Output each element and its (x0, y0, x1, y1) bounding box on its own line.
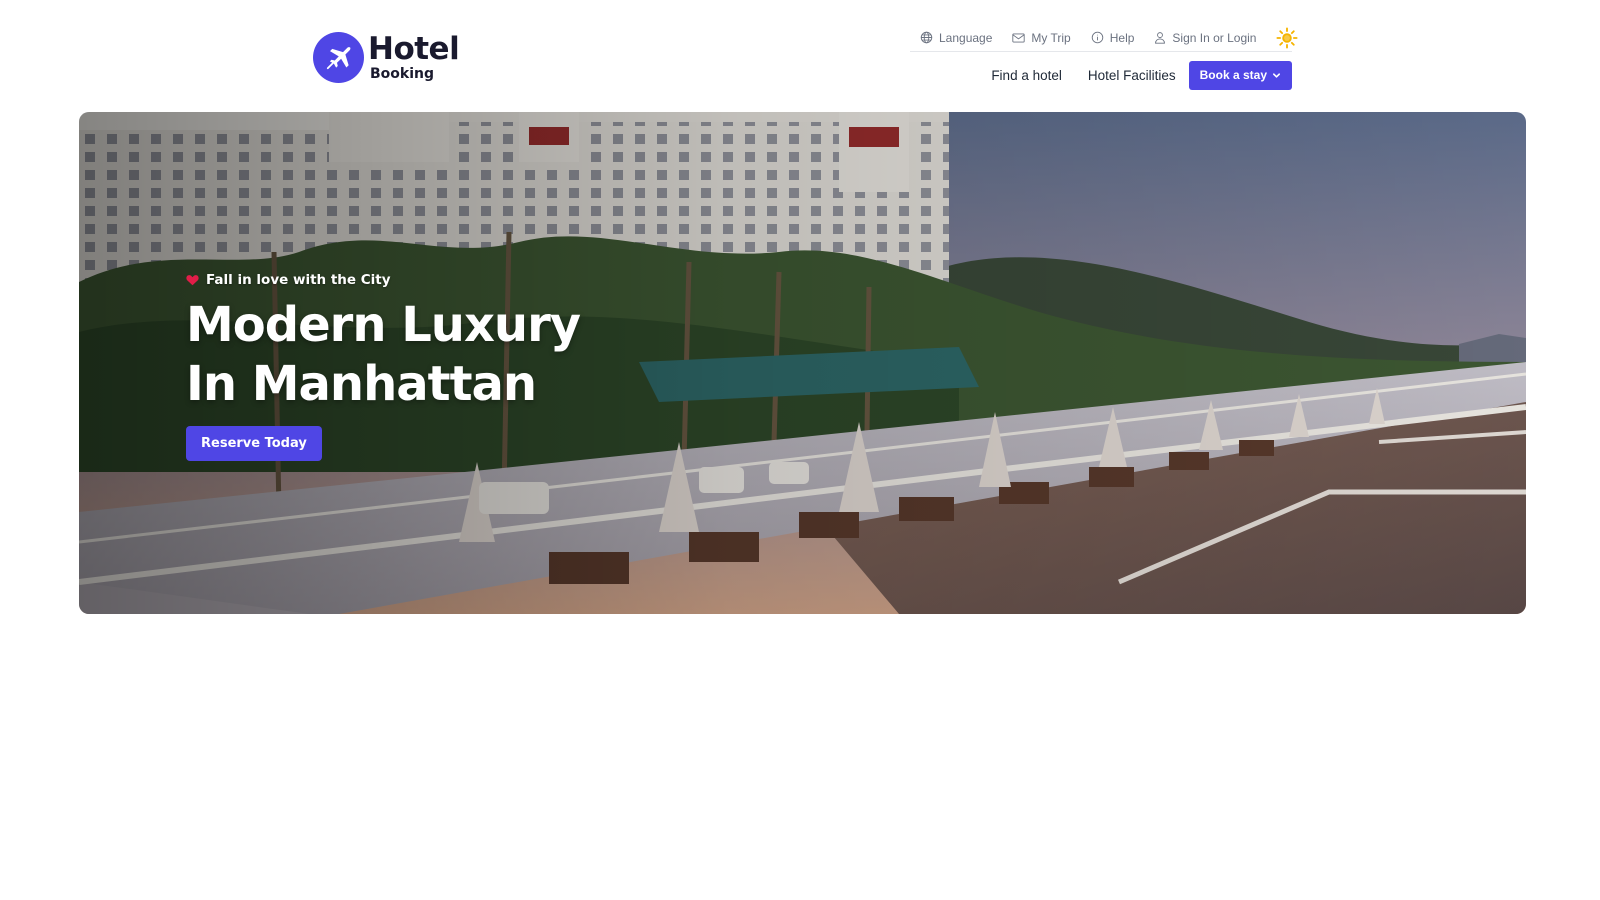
reserve-today-button[interactable]: Reserve Today (186, 426, 322, 461)
airplane-icon (313, 31, 364, 83)
hero-headline-line2: In Manhattan (186, 356, 537, 412)
brand-logo[interactable]: Hotel Booking (313, 30, 463, 84)
hero-tagline-text: Fall in love with the City (206, 272, 391, 288)
theme-toggle[interactable] (1276, 26, 1299, 49)
hero-banner: Fall in love with the City Modern Luxury… (79, 112, 1526, 614)
chevron-down-icon (1272, 72, 1281, 78)
my-trip-label: My Trip (1031, 30, 1071, 45)
hero-tagline: Fall in love with the City (186, 272, 580, 288)
brand-name: Hotel (368, 30, 460, 67)
book-a-stay-label: Book a stay (1199, 68, 1267, 82)
hero-headline-line1: Modern Luxury (186, 297, 581, 353)
envelope-icon (1012, 32, 1026, 43)
sign-in-link[interactable]: Sign In or Login (1154, 31, 1256, 45)
utility-nav: Language My Trip Help Sign In or Login (910, 24, 1299, 52)
help-link[interactable]: Help (1091, 30, 1135, 45)
globe-icon (920, 31, 933, 44)
sun-icon (1276, 26, 1299, 49)
info-icon (1091, 31, 1103, 44)
main-nav: Find a hotel Hotel Facilities Book a sta… (975, 60, 1292, 90)
brand-subtitle: Booking (370, 65, 435, 82)
sign-in-label: Sign In or Login (1172, 30, 1257, 45)
language-label: Language (939, 30, 993, 45)
hero-content: Fall in love with the City Modern Luxury… (186, 272, 581, 461)
help-label: Help (1109, 30, 1135, 45)
nav-hotel-facilities[interactable]: Hotel Facilities (1088, 68, 1176, 83)
hero-headline: Modern Luxury In Manhattan (186, 296, 581, 414)
heart-icon (186, 275, 199, 286)
nav-find-hotel[interactable]: Find a hotel (991, 68, 1062, 83)
book-a-stay-button[interactable]: Book a stay (1188, 60, 1292, 90)
user-icon (1155, 32, 1166, 44)
language-link[interactable]: Language (920, 31, 992, 45)
my-trip-link[interactable]: My Trip (1012, 30, 1071, 45)
